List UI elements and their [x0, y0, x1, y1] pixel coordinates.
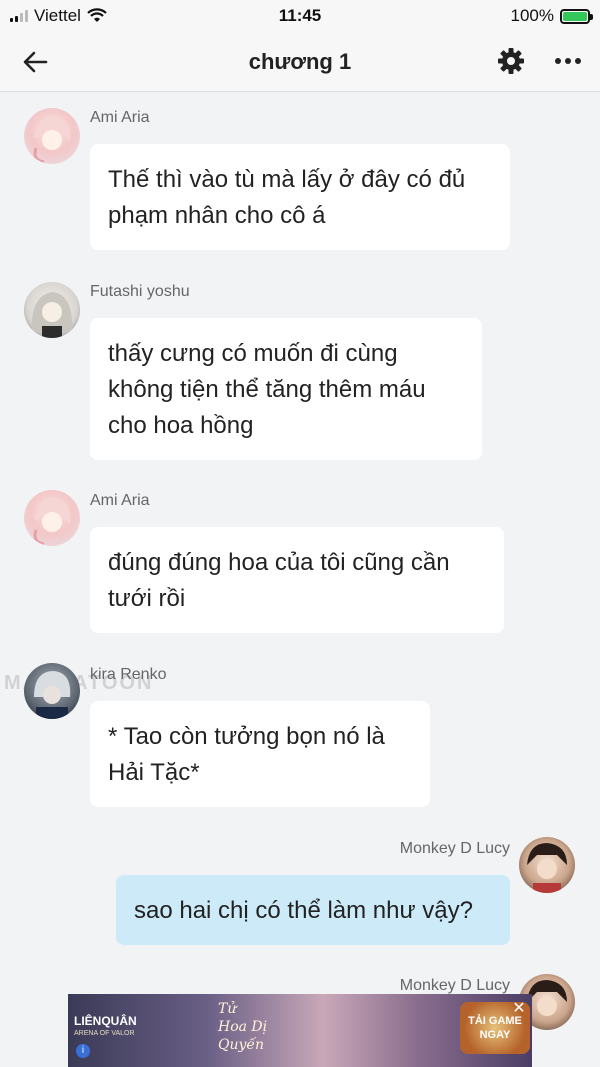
- wifi-icon: [87, 8, 107, 22]
- sender-name: kira Renko: [90, 666, 167, 683]
- sender-name: Monkey D Lucy: [399, 840, 510, 857]
- battery-icon: [560, 8, 593, 24]
- sender-name: Futashi yoshu: [90, 283, 190, 300]
- message-line: phạm nhân cho cô á: [108, 202, 326, 229]
- signal-icon: [10, 10, 28, 22]
- gear-icon[interactable]: [496, 46, 526, 76]
- status-left: Viettel: [10, 6, 107, 26]
- message-line: tưới rồi: [108, 585, 186, 612]
- message-line: Hải Tặc*: [108, 759, 200, 786]
- close-icon[interactable]: ✕: [510, 998, 528, 1017]
- message-line: * Tao còn tưởng bọn nó là: [108, 723, 385, 750]
- avatar[interactable]: [519, 837, 575, 893]
- message-line: sao hai chị có thể làm như vậy?: [134, 897, 473, 924]
- message-bubble: Thế thì vào tù mà lấy ở đây có đủ phạm n…: [90, 144, 510, 250]
- avatar[interactable]: [24, 490, 80, 546]
- message-line: thấy cưng có muốn đi cùng: [108, 340, 398, 367]
- message-line: đúng đúng hoa của tôi cũng cần: [108, 549, 450, 576]
- carrier-label: Viettel: [34, 6, 81, 25]
- message-line: cho hoa hồng: [108, 412, 254, 439]
- message-bubble: * Tao còn tưởng bọn nó là Hải Tặc*: [90, 701, 430, 807]
- chat-header: chương 1: [0, 32, 600, 92]
- message-bubble: đúng đúng hoa của tôi cũng cần tưới rồi: [90, 527, 504, 633]
- more-icon[interactable]: [552, 46, 584, 76]
- avatar[interactable]: [24, 282, 80, 338]
- chat-title: chương 1: [248, 48, 352, 74]
- message-line: không tiện thể tăng thêm máu: [108, 376, 426, 403]
- status-right: 100%: [510, 6, 593, 26]
- status-bar: Viettel 11:45 100%: [0, 0, 600, 32]
- info-icon[interactable]: i: [76, 1044, 90, 1058]
- message-bubble-mine: sao hai chị có thể làm như vậy?: [116, 875, 510, 945]
- message-bubble: thấy cưng có muốn đi cùng không tiện thể…: [90, 318, 482, 460]
- sender-name: Ami Aria: [90, 109, 150, 126]
- avatar[interactable]: [24, 663, 80, 719]
- ad-banner[interactable]: LIÊNQUÂN ARENA OF VALOR Tử Hoa Dị Quyến …: [68, 994, 532, 1067]
- back-arrow-icon[interactable]: [20, 46, 52, 78]
- message-line: Thế thì vào tù mà lấy ở đây có đủ: [108, 166, 466, 193]
- ad-script-title: Tử Hoa Dị Quyến: [218, 1001, 268, 1053]
- battery-percent: 100%: [510, 6, 554, 25]
- avatar[interactable]: [24, 108, 80, 164]
- sender-name: Monkey D Lucy: [399, 977, 510, 994]
- sender-name: Ami Aria: [90, 492, 150, 509]
- ad-brand-sub: ARENA OF VALOR: [74, 1030, 135, 1037]
- ad-brand-logo: LIÊNQUÂN: [74, 1014, 137, 1028]
